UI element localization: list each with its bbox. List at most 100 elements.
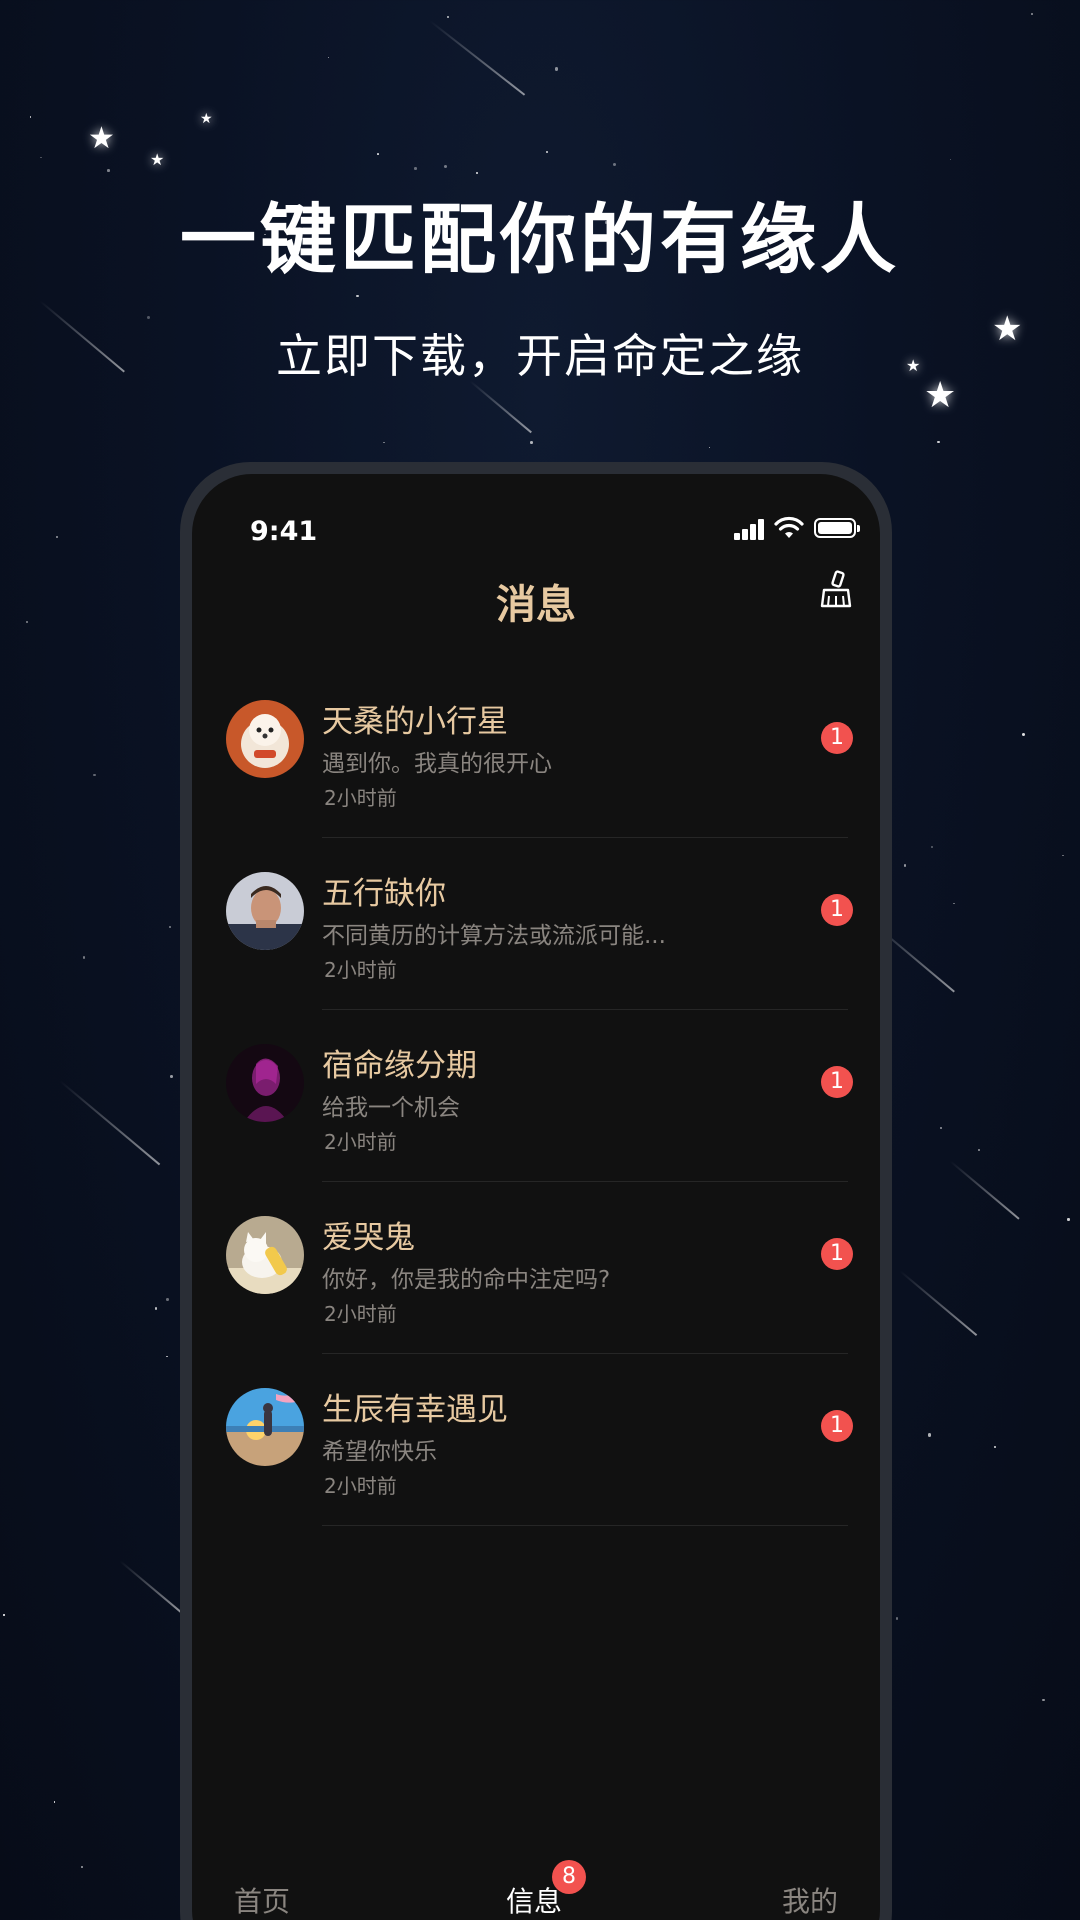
white-cat-photo-image: [226, 1216, 304, 1294]
tab-bar: 首页 信息 8 我的: [192, 1860, 880, 1920]
star-dot: [612, 163, 616, 167]
wifi-icon: [774, 516, 804, 538]
star-dot: [953, 902, 955, 905]
message-item[interactable]: 五行缺你 不同黄历的计算方法或流派可能... 2小时前 1: [192, 838, 880, 1010]
contact-name: 宿命缘分期: [322, 1048, 477, 1084]
message-preview: 希望你快乐: [322, 1439, 437, 1465]
contact-name: 生辰有幸遇见: [322, 1392, 508, 1428]
unread-badge: 1: [821, 1410, 853, 1442]
star-dot: [107, 169, 110, 172]
star-dot: [931, 846, 934, 849]
message-preview: 你好，你是我的命中注定吗?: [322, 1267, 611, 1293]
status-time: 9:41: [250, 516, 318, 547]
star-dot: [40, 156, 42, 159]
contact-name: 爱哭鬼: [322, 1220, 415, 1256]
star-dot: [29, 116, 32, 119]
divider: [322, 1525, 848, 1526]
star-dot: [25, 620, 29, 624]
star-dot: [949, 158, 951, 161]
star-icon: ★: [200, 111, 213, 127]
star-icon: ★: [150, 150, 165, 169]
star-dot: [978, 1149, 981, 1152]
star-dot: [154, 1307, 158, 1310]
message-time: 2小时前: [324, 1474, 397, 1498]
message-preview: 遇到你。我真的很开心: [322, 751, 552, 777]
star-dot: [1021, 733, 1026, 737]
star-dot: [356, 294, 359, 297]
message-time: 2小时前: [324, 958, 397, 982]
promo-subtitle: 立即下载，开启命定之缘: [276, 329, 804, 383]
star-dot: [903, 864, 906, 867]
star-dot: [554, 67, 558, 71]
star-dot: [82, 956, 86, 959]
avatar[interactable]: [226, 1044, 304, 1122]
avatar[interactable]: [226, 1216, 304, 1294]
star-dot: [166, 1298, 169, 1301]
message-preview: 不同黄历的计算方法或流派可能...: [322, 923, 666, 949]
message-item[interactable]: 生辰有幸遇见 希望你快乐 2小时前 1: [192, 1354, 880, 1526]
star-dot: [1062, 854, 1064, 857]
tab-home[interactable]: 首页: [234, 1880, 290, 1920]
purple-silhouette-photo-image: [226, 1044, 304, 1122]
avatar[interactable]: [226, 872, 304, 950]
tab-unread-badge: 8: [552, 1860, 586, 1894]
star-dot: [937, 440, 941, 444]
beach-sunset-photo-image: [226, 1388, 304, 1466]
meteor-streak: [469, 380, 532, 434]
meteor-streak: [949, 1160, 1020, 1220]
avatar[interactable]: [226, 700, 304, 778]
star-dot: [708, 446, 711, 449]
page-title: 消息: [496, 581, 576, 628]
star-dot: [166, 1356, 168, 1358]
star-dot: [444, 165, 448, 169]
star-dot: [545, 150, 548, 153]
star-dot: [927, 1433, 931, 1437]
message-item[interactable]: 天桑的小行星 遇到你。我真的很开心 2小时前 1: [192, 666, 880, 838]
star-dot: [895, 1617, 898, 1620]
unread-badge: 1: [821, 1238, 853, 1270]
star-dot: [147, 315, 151, 319]
message-preview: 给我一个机会: [322, 1095, 460, 1121]
star-dot: [447, 16, 450, 19]
man-portrait-photo-image: [226, 872, 304, 950]
star-dot: [1031, 13, 1033, 16]
star-dot: [93, 773, 96, 777]
tab-mine[interactable]: 我的: [782, 1880, 838, 1920]
star-dot: [414, 167, 417, 170]
star-dot: [168, 926, 171, 929]
message-list: 天桑的小行星 遇到你。我真的很开心 2小时前 1 五行缺你 不同黄历的计算方法或…: [192, 666, 880, 1526]
unread-badge: 1: [821, 894, 853, 926]
status-bar: 9:41: [192, 474, 880, 554]
message-item[interactable]: 爱哭鬼 你好，你是我的命中注定吗? 2小时前 1: [192, 1182, 880, 1354]
phone-screen: 9:41 消息 天桑的小行星 遇到你。我真的很开心 2小时前 1 五行缺你 不同…: [192, 474, 880, 1920]
phone-frame: 9:41 消息 天桑的小行星 遇到你。我真的很开心 2小时前 1 五行缺你 不同…: [180, 462, 892, 1920]
star-dot: [475, 171, 478, 174]
avatar[interactable]: [226, 1388, 304, 1466]
star-dot: [56, 536, 59, 539]
promo-title: 一键匹配你的有缘人: [180, 195, 900, 284]
broom-clear-icon[interactable]: [814, 568, 858, 612]
unread-badge: 1: [821, 1066, 853, 1098]
contact-name: 天桑的小行星: [322, 704, 508, 740]
contact-name: 五行缺你: [322, 876, 446, 912]
meteor-streak: [59, 1080, 161, 1166]
star-dot: [3, 1614, 5, 1616]
meteor-streak: [429, 20, 526, 96]
message-item[interactable]: 宿命缘分期 给我一个机会 2小时前 1: [192, 1010, 880, 1182]
message-time: 2小时前: [324, 1302, 397, 1326]
dog-photo-image: [226, 700, 304, 778]
star-icon: ★: [88, 121, 115, 156]
battery-icon: [814, 518, 860, 538]
star-dot: [53, 1801, 56, 1803]
message-time: 2小时前: [324, 1130, 397, 1154]
star-dot: [377, 152, 380, 155]
star-dot: [940, 1126, 943, 1129]
star-dot: [81, 1865, 84, 1868]
signal-icon: [734, 518, 766, 540]
unread-badge: 1: [821, 722, 853, 754]
message-time: 2小时前: [324, 786, 397, 810]
star-dot: [170, 1074, 173, 1078]
meteor-streak: [899, 1270, 978, 1337]
star-dot: [383, 441, 385, 443]
star-dot: [327, 56, 330, 59]
